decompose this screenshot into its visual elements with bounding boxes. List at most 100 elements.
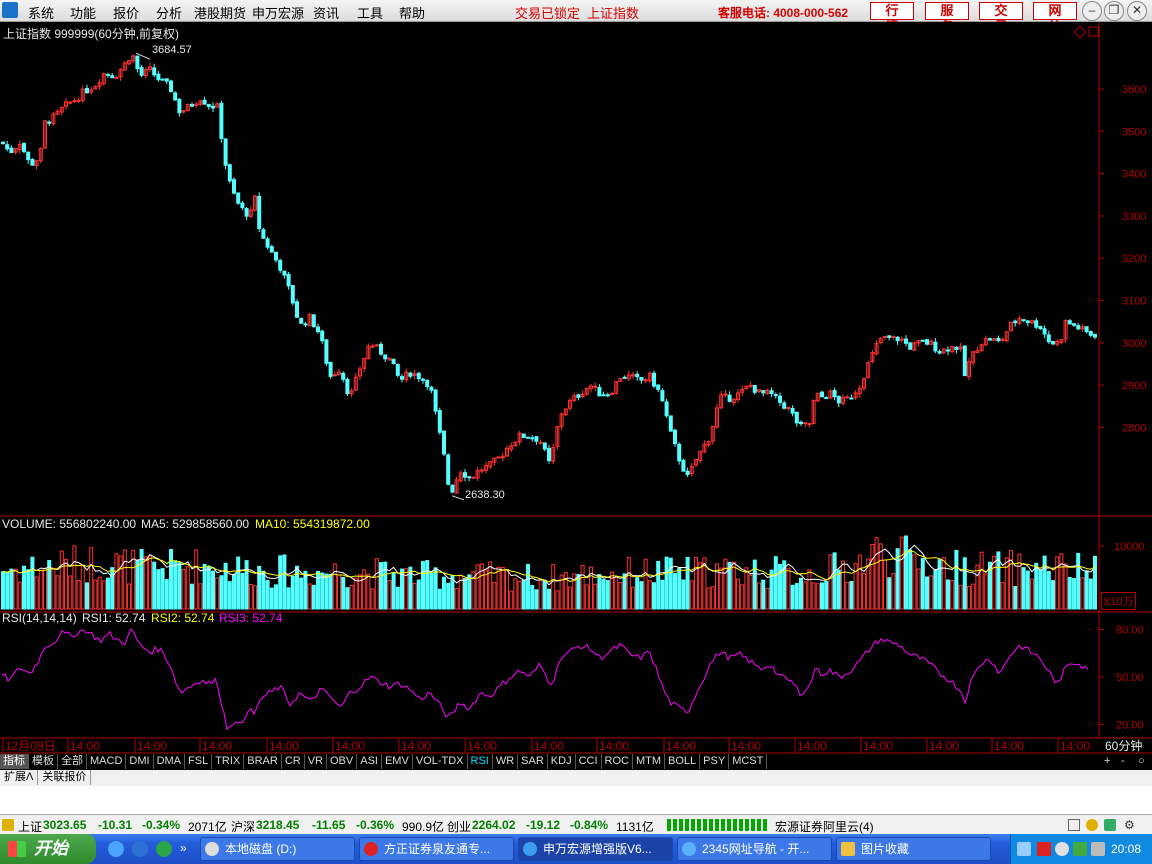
indicator-tab-roc[interactable]: ROC xyxy=(602,754,633,769)
candle-down xyxy=(799,421,803,425)
volume-bar xyxy=(979,551,984,610)
candle-down xyxy=(752,385,757,393)
indicator-tab-psy[interactable]: PSY xyxy=(700,754,730,769)
tab-related-quotes[interactable]: 关联报价 xyxy=(38,770,92,785)
chart-scroll-button-1[interactable]: - xyxy=(1118,754,1128,769)
indicator-tab-fsl[interactable]: FSL xyxy=(185,754,213,769)
tray-network-icon[interactable] xyxy=(1055,842,1069,856)
menu-analysis[interactable]: 分析 xyxy=(156,3,182,22)
task-drive-d[interactable]: 本地磁盘 (D:) xyxy=(200,837,355,861)
minimize-icon[interactable]: – xyxy=(1082,1,1102,21)
tray-volume-icon[interactable] xyxy=(1091,842,1105,856)
menu-tools[interactable]: 工具 xyxy=(357,3,383,22)
menu-help[interactable]: 帮助 xyxy=(399,3,425,22)
menu-news[interactable]: 资讯 xyxy=(313,3,339,22)
indicator-tab-trix[interactable]: TRIX xyxy=(212,754,245,769)
trade-button[interactable]: 交易 xyxy=(979,2,1023,34)
expand-icon[interactable]: » xyxy=(180,841,196,857)
task-founder[interactable]: 方正证券泉友通专... xyxy=(359,837,514,861)
indicator-tab-vol-tdx[interactable]: VOL-TDX xyxy=(413,754,468,769)
website-button[interactable]: 网站 xyxy=(1033,2,1077,34)
indicator-tab-指标[interactable]: 指标 xyxy=(0,754,29,769)
taskbar: 开始 » 本地磁盘 (D:) 方正证券泉友通专... 申万宏源增强版V6... … xyxy=(0,834,1152,864)
volume-bar xyxy=(219,575,224,610)
price-tick-label: 2800 xyxy=(1122,422,1146,434)
chart-area[interactable]: 3600 3500 3400 3300 3200 3100 3000 2900 2800 1000… xyxy=(0,22,1152,754)
tray-flag-icon[interactable] xyxy=(1037,842,1051,856)
indicator-tab-brar[interactable]: BRAR xyxy=(244,754,282,769)
indicator-tab-vr[interactable]: VR xyxy=(305,754,327,769)
chart-scroll-button-0[interactable]: + xyxy=(1101,754,1113,769)
indicator-tab-wr[interactable]: WR xyxy=(493,754,519,769)
menu-swhy[interactable]: 申万宏源 xyxy=(252,3,304,22)
tray-security-icon[interactable] xyxy=(1073,842,1087,856)
system-tray: 20:08 xyxy=(1010,834,1152,864)
extension-panel xyxy=(0,786,1152,814)
task-swhy[interactable]: 申万宏源增强版V6... xyxy=(518,837,673,861)
indicator-tab-asi[interactable]: ASI xyxy=(357,754,382,769)
start-button[interactable]: 开始 xyxy=(0,834,96,864)
volume-bar xyxy=(660,579,665,610)
tray-left-icon[interactable] xyxy=(1017,842,1031,856)
candle-down xyxy=(408,372,413,377)
indicator-tab-模板[interactable]: 模板 xyxy=(29,754,58,769)
volume-bar xyxy=(975,564,980,610)
menu-function[interactable]: 功能 xyxy=(70,3,96,22)
menu-hk-futures[interactable]: 港股期货 xyxy=(194,3,246,22)
indicator-tab-sar[interactable]: SAR xyxy=(518,754,548,769)
bell-icon[interactable] xyxy=(1086,819,1098,831)
indicator-tab-dmi[interactable]: DMI xyxy=(126,754,154,769)
candle-down xyxy=(311,314,316,328)
tab-extend[interactable]: 扩展Λ xyxy=(0,770,39,785)
task-2345[interactable]: 2345网址导航 - 开... xyxy=(677,837,832,861)
time-tick-label: 14:00 xyxy=(1060,739,1090,753)
indicator-tab-boll[interactable]: BOLL xyxy=(665,754,701,769)
volume-bar xyxy=(899,536,904,610)
browser-icon[interactable] xyxy=(132,841,148,857)
ie-icon[interactable] xyxy=(108,841,124,857)
close-icon[interactable]: ✕ xyxy=(1127,1,1147,21)
task-label: 图片收藏 xyxy=(861,842,910,856)
candle-down xyxy=(773,394,778,397)
panel-icon[interactable] xyxy=(1068,819,1080,831)
indicator-tab-cci[interactable]: CCI xyxy=(576,754,602,769)
menu-system[interactable]: 系统 xyxy=(28,3,54,22)
volume-bar xyxy=(689,580,694,610)
restore-icon[interactable]: ❐ xyxy=(1104,1,1124,21)
volume-bar xyxy=(177,562,182,610)
menu-quote[interactable]: 报价 xyxy=(113,3,139,22)
settings-icon[interactable]: ⚙ xyxy=(1124,818,1135,832)
rsi-line xyxy=(1,628,1089,731)
volume-bar xyxy=(836,569,841,610)
indicator-tab-macd[interactable]: MACD xyxy=(87,754,127,769)
indicator-tab-cr[interactable]: CR xyxy=(282,754,305,769)
indicator-tab-mcst[interactable]: MCST xyxy=(729,754,768,769)
indicator-tab-rsi[interactable]: RSI xyxy=(468,754,493,769)
indicator-tab-dma[interactable]: DMA xyxy=(154,754,186,769)
volume-bar xyxy=(370,588,375,610)
quicklaunch-icon[interactable] xyxy=(156,841,172,857)
time-tick-label: 14:00 xyxy=(202,739,232,753)
task-pictures[interactable]: 图片收藏 xyxy=(836,837,991,861)
signal-icon[interactable] xyxy=(1104,819,1116,831)
service-button[interactable]: 服务 xyxy=(925,2,969,34)
candle-down xyxy=(635,373,640,378)
candle-up xyxy=(803,422,808,425)
indicator-tab-obv[interactable]: OBV xyxy=(327,754,358,769)
task-label: 2345网址导航 - 开... xyxy=(702,842,810,856)
indicator-tab-emv[interactable]: EMV xyxy=(382,754,413,769)
quote-button[interactable]: 行情 xyxy=(870,2,914,34)
chart-scroll-button-2[interactable]: ○ xyxy=(1135,754,1148,769)
window-mode-icon xyxy=(1088,26,1099,37)
volume-bar xyxy=(9,568,14,610)
volume-bar xyxy=(656,560,661,610)
indicator-tab-kdj[interactable]: KDJ xyxy=(548,754,576,769)
candle-down xyxy=(769,390,774,395)
rsi3-value: RSI3: 52.74 xyxy=(219,611,283,625)
volume-bar xyxy=(173,560,178,610)
candle-up xyxy=(891,335,896,338)
chart-canvas[interactable]: 3600 3500 3400 3300 3200 3100 3000 2900 2800 1000… xyxy=(0,22,1152,754)
candle-up xyxy=(899,338,904,341)
indicator-tab-全部[interactable]: 全部 xyxy=(58,754,87,769)
indicator-tab-mtm[interactable]: MTM xyxy=(633,754,666,769)
